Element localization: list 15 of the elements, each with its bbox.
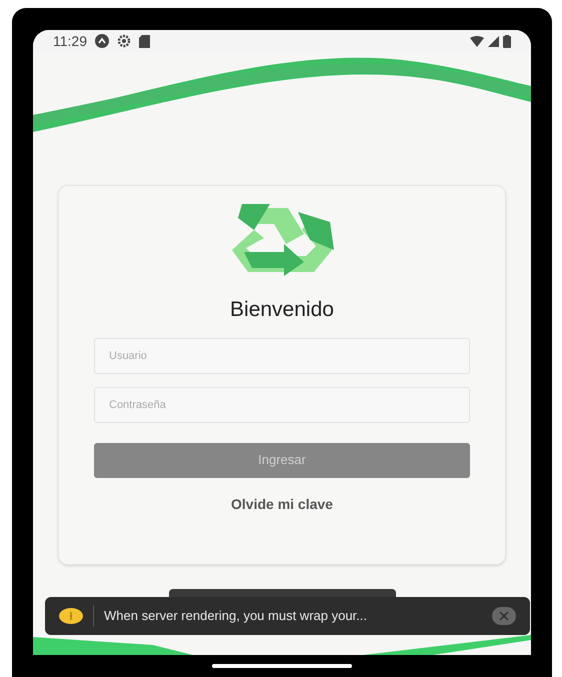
close-button[interactable] xyxy=(492,607,516,625)
close-icon xyxy=(500,612,508,620)
warning-icon xyxy=(59,608,83,624)
sd-card-icon xyxy=(139,34,150,48)
text-field[interactable]: Contraseña xyxy=(94,386,470,422)
forgot-password-link[interactable]: Olvide mi clave xyxy=(231,494,333,514)
wifi-icon xyxy=(470,36,484,46)
signal-icon xyxy=(488,36,499,46)
welcome-title: Bienvenido xyxy=(230,297,334,323)
status-time: 11:29 xyxy=(53,32,87,50)
toast-message: When server rendering, you must wrap your... xyxy=(104,607,368,626)
text-field[interactable]: Usuario xyxy=(94,338,470,374)
gear-icon xyxy=(117,34,131,48)
battery-icon xyxy=(503,34,511,48)
notification-icon xyxy=(95,34,109,48)
